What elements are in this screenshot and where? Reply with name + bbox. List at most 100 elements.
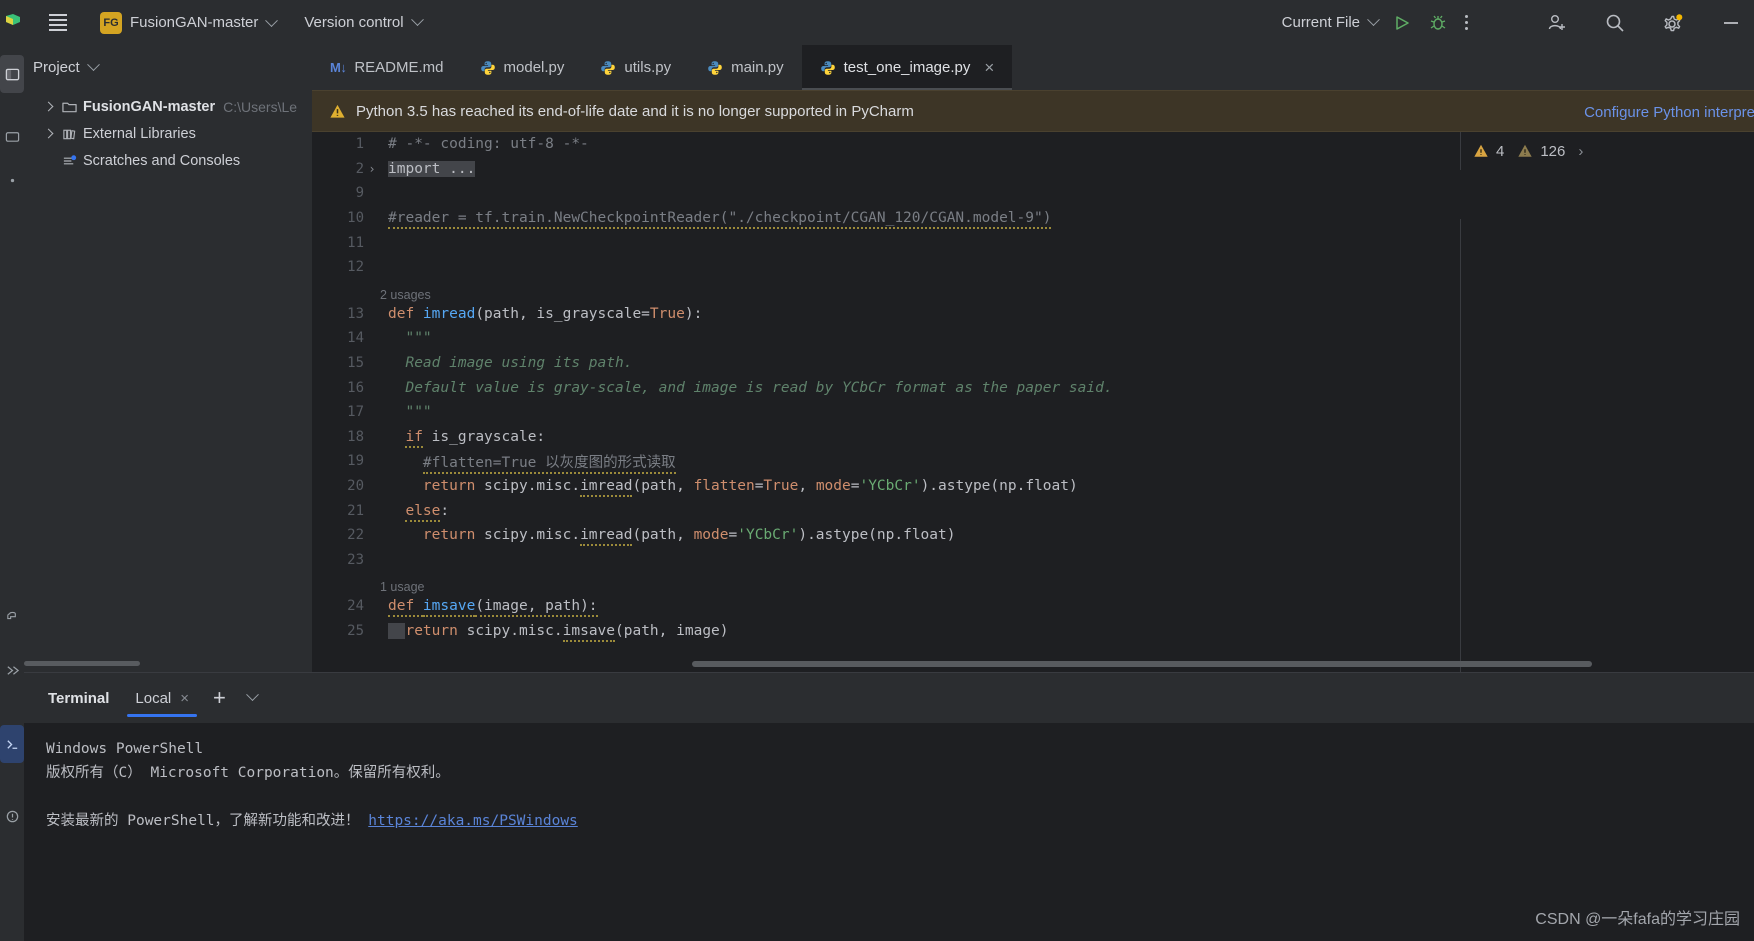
close-icon[interactable]: × (180, 690, 189, 707)
project-tree-item[interactable]: FusionGAN-master C:\Users\Le (24, 93, 312, 120)
configure-interpreter-link[interactable]: Configure Python interpre (1584, 91, 1754, 133)
terminal-link[interactable]: https://aka.ms/PSWindows (368, 813, 578, 829)
code-line[interactable]: 9 (312, 181, 1754, 206)
line-number: 17 (347, 404, 364, 421)
code-token: , (798, 478, 816, 495)
project-badge[interactable]: FG (100, 11, 122, 34)
debug-button[interactable] (1420, 0, 1456, 45)
run-button[interactable] (1384, 0, 1420, 45)
code-line-text: Read image using its path. (380, 355, 632, 371)
editor-tab[interactable]: test_one_image.py × (801, 45, 1013, 90)
code-line[interactable]: 23 (312, 548, 1754, 573)
project-tree-item-label: FusionGAN-master (83, 98, 216, 115)
code-line[interactable]: 24 def imsave(image, path): (312, 594, 1754, 619)
code-token: (path, (632, 478, 694, 495)
expand-arrow-icon[interactable] (38, 128, 58, 139)
python-console-icon (6, 611, 16, 619)
terminal-output[interactable]: Windows PowerShell 版权所有（C） Microsoft Corp… (24, 723, 1754, 833)
rail-structure-button[interactable] (0, 161, 24, 199)
code-line[interactable]: 21 else: (312, 498, 1754, 523)
python-icon (708, 60, 722, 75)
version-control-button[interactable]: Version control (304, 13, 424, 31)
search-button[interactable] (1595, 0, 1635, 45)
add-user-icon (1548, 14, 1565, 30)
code-line[interactable]: 16 Default value is gray-scale, and imag… (312, 375, 1754, 400)
code-line[interactable]: 22 return scipy.misc.imread(path, mode='… (312, 523, 1754, 548)
project-name-button[interactable]: FusionGAN-master (130, 13, 279, 31)
expand-arrow-icon[interactable] (38, 101, 58, 112)
more-actions-button[interactable] (1456, 0, 1477, 45)
rail-services-button[interactable] (0, 651, 24, 689)
code-line[interactable]: 20 return scipy.misc.imread(path, flatte… (312, 474, 1754, 499)
line-number: 10 (347, 210, 364, 227)
rail-problems-button[interactable] (0, 797, 24, 835)
line-number: 16 (347, 379, 364, 396)
line-number: 14 (347, 330, 364, 347)
code-editor[interactable]: 1 # -*- coding: utf-8 -*- 2 › import ... 9 10 #… (312, 132, 1754, 672)
library-icon (58, 127, 80, 141)
code-token: def (388, 305, 423, 322)
project-tree-item[interactable]: Scratches and Consoles (24, 147, 312, 174)
fold-expand-icon[interactable]: › (364, 162, 380, 176)
code-line[interactable]: 19 #flatten=True 以灰度图的形式读取 (312, 449, 1754, 474)
folder-icon (61, 102, 77, 112)
watermark-text: CSDN @一朵fafa的学习庄园 (1535, 911, 1740, 928)
minimize-button[interactable] (1713, 0, 1754, 45)
editor-tab[interactable]: model.py (462, 45, 583, 90)
project-panel-header[interactable]: Project (24, 45, 312, 89)
add-user-button[interactable] (1537, 0, 1577, 45)
editor-right-divider (1460, 219, 1461, 672)
editor-tab-label: model.py (503, 59, 565, 76)
editor-tab[interactable]: main.py (689, 45, 802, 90)
editor-hscrollbar[interactable] (692, 661, 1592, 667)
main-menu-button[interactable] (38, 0, 78, 45)
terminal-tab-local[interactable]: Local × (123, 673, 201, 723)
settings-button[interactable] (1653, 0, 1693, 45)
run-configuration-selector[interactable]: Current File (1282, 13, 1380, 31)
code-line[interactable]: 15 Read image using its path. (312, 351, 1754, 376)
code-token: (path, (632, 527, 694, 544)
editor-tab[interactable]: utils.py (582, 45, 689, 90)
project-panel-hscrollbar[interactable] (24, 661, 140, 666)
code-line-text: def imread(path, is_grayscale=True): (380, 306, 702, 322)
line-number: 23 (347, 551, 364, 568)
close-icon[interactable]: × (984, 59, 994, 76)
usages-inlay-hint[interactable]: 1 usage (312, 580, 424, 594)
hamburger-icon (49, 14, 67, 16)
pycharm-window: FG FusionGAN-master Version control Curr… (0, 0, 1754, 941)
terminal-tool-window: Terminal Local × + Windows PowerShell 版权所… (24, 672, 1754, 941)
code-token: imread (580, 478, 633, 498)
code-line[interactable]: 13 def imread(path, is_grayscale=True): (312, 302, 1754, 327)
code-content[interactable]: 1 # -*- coding: utf-8 -*- 2 › import ... 9 10 #… (312, 132, 1754, 672)
code-token: return (422, 478, 476, 495)
rail-python-console-button[interactable] (0, 599, 24, 637)
editor-tab[interactable]: M↓ README.md (312, 45, 462, 90)
code-line[interactable]: 12 (312, 255, 1754, 280)
rail-commit-button[interactable] (0, 117, 24, 155)
terminal-options-button[interactable] (238, 688, 267, 707)
code-token: : (440, 502, 450, 519)
code-line[interactable]: 17 """ (312, 400, 1754, 425)
editor-tab-bar: M↓ README.md model.py utils.py main.py test_o… (312, 45, 1754, 90)
code-line-text: """ (380, 330, 431, 346)
inspection-expand-icon[interactable]: › (1578, 143, 1583, 160)
usages-inlay-hint[interactable]: 2 usages (312, 288, 431, 302)
line-number: 12 (347, 259, 364, 276)
terminal-tab-label: Local (135, 689, 172, 707)
code-token: mode (693, 527, 729, 544)
rail-project-button[interactable] (0, 55, 24, 93)
project-tree-item[interactable]: External Libraries (24, 120, 312, 147)
inspection-widget[interactable]: 4 126 › (1460, 132, 1754, 170)
code-line[interactable]: 14 """ (312, 326, 1754, 351)
code-token: ).astype(np.float) (798, 527, 956, 544)
code-line[interactable]: 25 return scipy.misc.imsave(path, image) (312, 619, 1754, 644)
code-line[interactable]: 10 #reader = tf.train.NewCheckpointReader… (312, 206, 1754, 231)
code-line[interactable]: 11 (312, 230, 1754, 255)
new-terminal-button[interactable]: + (201, 687, 238, 709)
code-line[interactable]: 18 if is_grayscale: (312, 425, 1754, 450)
code-token: scipy.misc. (457, 622, 563, 639)
rail-terminal-button[interactable] (0, 725, 24, 763)
line-number: 2 (355, 160, 364, 177)
